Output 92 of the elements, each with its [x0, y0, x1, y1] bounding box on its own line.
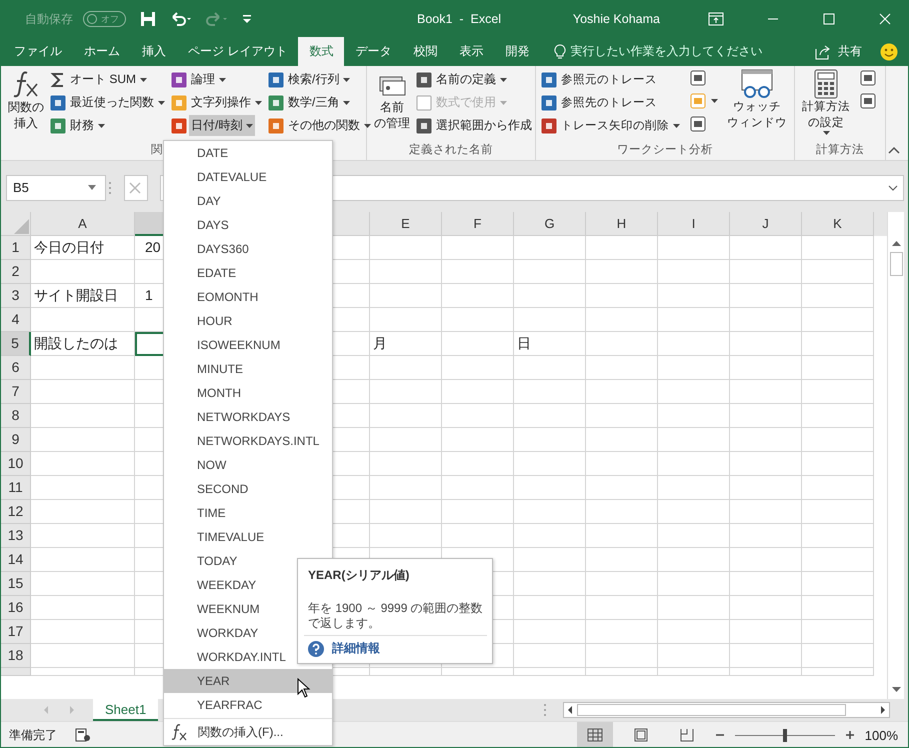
ribbon-button[interactable]: 論理 [189, 69, 228, 90]
menu-item[interactable]: DATEVALUE [164, 165, 332, 189]
ribbon-button[interactable]: 参照元のトレース [559, 69, 659, 90]
ribbon-large-button[interactable]: 関数の 挿入 [8, 99, 44, 131]
column-header[interactable]: E [370, 212, 442, 236]
row-header[interactable]: 8 [1, 404, 31, 428]
menu-item[interactable]: SECOND [164, 477, 332, 501]
sheet-tab[interactable]: Sheet1 [93, 699, 158, 721]
menu-item[interactable]: NETWORKDAYS.INTL [164, 429, 332, 453]
row-header[interactable]: 3 [1, 284, 31, 308]
tell-me-field[interactable]: 実行したい作業を入力してください [570, 43, 762, 60]
ribbon-button[interactable]: 参照先のトレース [559, 92, 659, 113]
ribbon-large-button[interactable]: 計算方法 の設定 [802, 99, 850, 135]
row-header[interactable]: 12 [1, 500, 31, 524]
menu-item[interactable]: ISOWEEKNUM [164, 333, 332, 357]
menu-item[interactable]: DAY [164, 189, 332, 213]
ribbon-tab[interactable]: 開発 [494, 37, 540, 66]
column-header[interactable]: J [730, 212, 802, 236]
table-cell: 月 [370, 332, 442, 356]
row-header[interactable]: 11 [1, 476, 31, 500]
ribbon-button[interactable]: 文字列操作 [189, 92, 264, 113]
menu-item[interactable]: NETWORKDAYS [164, 405, 332, 429]
ribbon-button[interactable]: 選択範囲から作成 [434, 115, 534, 136]
ribbon-button[interactable]: 日付/時刻 [189, 115, 256, 136]
ribbon-button[interactable]: 検索/行列 [286, 69, 352, 90]
ribbon-button[interactable]: 数学/三角 [286, 92, 352, 113]
menu-item[interactable]: NOW [164, 453, 332, 477]
column-header[interactable]: F [442, 212, 514, 236]
ribbon-tab[interactable]: ファイル [3, 37, 73, 66]
user-name: Yoshie Kohama [572, 12, 660, 26]
tooltip-text: 年を 1900 ～ 9999 の範囲の整数で返します。 [308, 601, 483, 631]
row-header[interactable]: 2 [1, 260, 31, 284]
ribbon-tab[interactable]: ホーム [73, 37, 131, 66]
menu-item[interactable]: EDATE [164, 261, 332, 285]
row-header[interactable]: 17 [1, 620, 31, 644]
ribbon-button[interactable]: オート SUM [68, 69, 149, 90]
share-button[interactable]: 共有 [838, 43, 862, 60]
row-header[interactable]: 6 [1, 356, 31, 380]
row-header[interactable]: 16 [1, 596, 31, 620]
tooltip-title: YEAR(シリアル値) [308, 567, 410, 584]
group-label: 計算方法 [816, 142, 864, 158]
ribbon-tab[interactable]: 校閲 [402, 37, 448, 66]
row-header[interactable]: 1 [1, 236, 31, 260]
row-header[interactable]: 5 [1, 332, 31, 356]
menu-item[interactable]: 関数の挿入(F)... [198, 724, 284, 740]
zoom-level: 100% [864, 728, 898, 742]
menu-item[interactable]: MINUTE [164, 357, 332, 381]
column-header[interactable]: G [514, 212, 586, 236]
column-header[interactable]: H [586, 212, 658, 236]
name-box[interactable]: B5 [6, 174, 106, 200]
row-header[interactable]: 15 [1, 572, 31, 596]
ribbon-tab[interactable]: データ [344, 37, 402, 66]
ribbon-large-button[interactable]: 名前 の管理 [374, 99, 410, 131]
ribbon-tab[interactable]: 挿入 [131, 37, 177, 66]
menu-item[interactable]: TIMEVALUE [164, 525, 332, 549]
group-label: ワークシート分析 [617, 142, 713, 158]
row-header[interactable]: 7 [1, 380, 31, 404]
row-header[interactable]: 4 [1, 308, 31, 332]
menu-item[interactable]: HOUR [164, 309, 332, 333]
row-header[interactable]: 13 [1, 524, 31, 548]
row-header[interactable]: 14 [1, 548, 31, 572]
group-label: 定義された名前 [409, 142, 493, 158]
table-cell: サイト開設日 [31, 284, 135, 308]
window-title: Book1 - Excel [417, 12, 502, 26]
menu-item[interactable]: YEAR [164, 669, 332, 693]
row-header[interactable]: 10 [1, 452, 31, 476]
menu-item[interactable]: DAYS [164, 213, 332, 237]
ribbon-button[interactable]: 財務 [68, 115, 107, 136]
menu-item[interactable]: YEARFRAC [164, 693, 332, 717]
table-cell: 開設したのは [31, 332, 135, 356]
ribbon-button[interactable]: その他の関数 [286, 115, 373, 136]
status-text: 準備完了 [9, 726, 57, 744]
autosave-label: 自動保存 [25, 10, 73, 28]
ribbon-button[interactable]: 名前の定義 [434, 69, 509, 90]
help-link[interactable]: 詳細情報 [332, 640, 380, 657]
menu-item[interactable]: MONTH [164, 381, 332, 405]
menu-item[interactable]: DATE [164, 141, 332, 165]
column-header[interactable]: A [31, 212, 135, 236]
menu-item[interactable]: TIME [164, 501, 332, 525]
row-header[interactable]: 18 [1, 644, 31, 668]
ribbon-tab[interactable]: 表示 [448, 37, 494, 66]
row-header[interactable]: 9 [1, 428, 31, 452]
group-label: 関 [151, 143, 163, 158]
ribbon-button[interactable]: 最近使った関数 [68, 92, 167, 113]
ribbon-large-button[interactable]: ウォッチ ウィンドウ [727, 99, 787, 131]
ribbon-tab[interactable]: ページ レイアウト [177, 37, 298, 66]
ribbon-button[interactable]: トレース矢印の削除 [559, 115, 682, 136]
table-cell: 日 [514, 332, 586, 356]
column-header[interactable]: I [658, 212, 730, 236]
table-cell: 今日の日付 [31, 236, 135, 260]
ribbon-tab[interactable]: 数式 [298, 37, 344, 66]
column-header[interactable]: K [802, 212, 874, 236]
